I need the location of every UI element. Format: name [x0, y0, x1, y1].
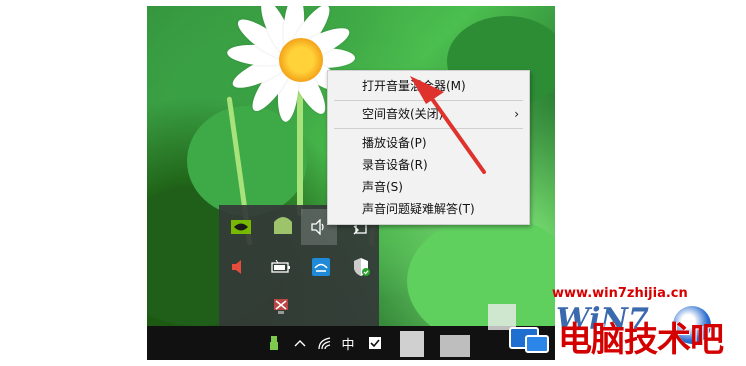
menu-item-recording-devices[interactable]: 录音设备(R)	[328, 155, 529, 175]
app-icon[interactable]	[269, 211, 297, 239]
taskbar: 中	[147, 326, 555, 360]
nvidia-icon[interactable]	[229, 215, 253, 239]
menu-separator	[334, 100, 523, 101]
clover-leaf	[407, 216, 555, 326]
disconnected-icon[interactable]	[269, 295, 293, 319]
menu-item-playback-devices[interactable]: 播放设备(P)	[328, 133, 529, 153]
menu-item-open-volume-mixer[interactable]: 打开音量混合器(M)	[328, 76, 529, 96]
blur-patch	[400, 331, 424, 357]
muted-speaker-icon[interactable]	[227, 255, 251, 279]
volume-context-menu: 打开音量混合器(M) 空间音效(关闭) › 播放设备(P) 录音设备(R) 声音…	[327, 70, 530, 225]
flower-center	[279, 38, 323, 82]
watermark-url: www.win7zhijia.cn	[552, 286, 688, 301]
menu-separator	[334, 128, 523, 129]
menu-item-spatial-sound[interactable]: 空间音效(关闭) ›	[328, 104, 529, 124]
usb-icon[interactable]	[262, 326, 286, 360]
watermark-brand: 电脑技术吧	[558, 320, 724, 360]
wifi-icon[interactable]	[313, 326, 337, 360]
network-monitor-icon	[509, 327, 549, 353]
battery-icon[interactable]	[269, 255, 293, 279]
menu-item-troubleshoot[interactable]: 声音问题疑难解答(T)	[328, 199, 529, 219]
chevron-up-icon[interactable]	[288, 326, 312, 360]
network-app-icon[interactable]	[309, 255, 333, 279]
ime-indicator[interactable]: 中	[336, 326, 360, 360]
ime-label: 中	[341, 337, 355, 353]
clover-leaf	[187, 106, 307, 216]
shield-icon[interactable]	[349, 255, 373, 279]
blur-patch	[440, 335, 470, 357]
submenu-arrow-icon: ›	[514, 107, 519, 121]
menu-item-sounds[interactable]: 声音(S)	[328, 177, 529, 197]
action-center-icon[interactable]	[363, 326, 387, 360]
